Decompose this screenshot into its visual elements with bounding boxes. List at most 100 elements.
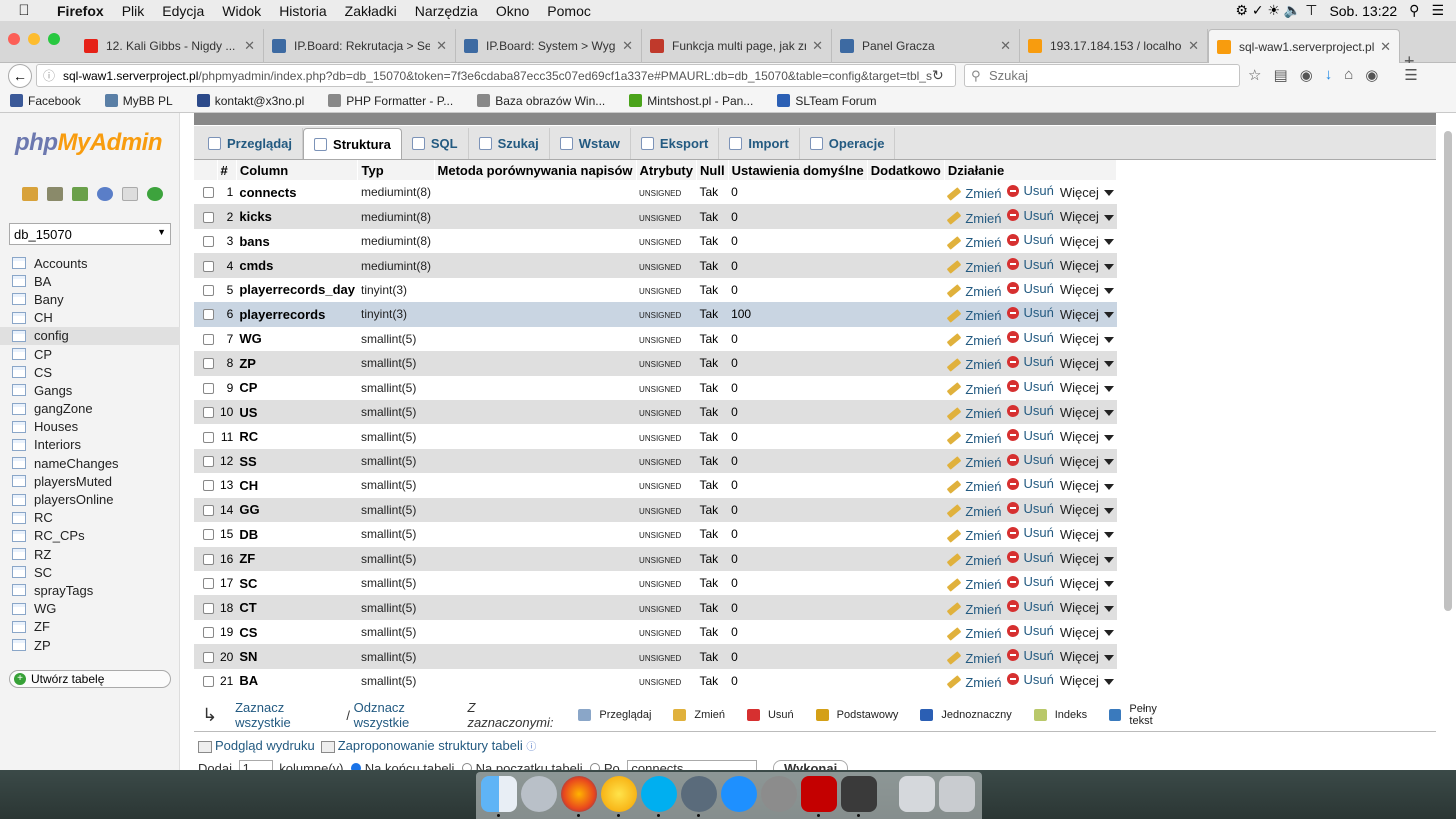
tab-browse[interactable]: Przeglądaj (198, 128, 304, 159)
tab-sql[interactable]: SQL (402, 128, 469, 159)
pocket-icon[interactable]: ◉ (1300, 66, 1313, 84)
system-preferences-icon[interactable] (761, 776, 797, 812)
firefox-icon[interactable] (561, 776, 597, 812)
launchpad-icon[interactable] (521, 776, 557, 812)
more-dropdown[interactable]: Więcej (1060, 282, 1114, 297)
edit-link[interactable]: Zmień (947, 504, 1001, 519)
sidebar-table-item[interactable]: ZF (0, 618, 180, 636)
deselect-all-link[interactable]: Odznacz wszystkie (354, 700, 464, 730)
select-all-link[interactable]: Zaznacz wszystkie (235, 700, 343, 730)
chat-icon[interactable]: ◉ (1365, 66, 1378, 84)
sidebar-table-item[interactable]: Accounts (0, 254, 180, 272)
edit-link[interactable]: Zmień (947, 577, 1001, 592)
row-checkbox[interactable] (203, 187, 214, 199)
more-dropdown[interactable]: Więcej (1060, 649, 1114, 664)
more-dropdown[interactable]: Więcej (1060, 673, 1114, 688)
row-checkbox[interactable] (203, 578, 214, 590)
home-icon[interactable] (22, 187, 38, 201)
more-dropdown[interactable]: Więcej (1060, 405, 1114, 420)
row-checkbox[interactable] (203, 675, 214, 687)
menu-icon[interactable]: ☰ (1404, 66, 1417, 84)
delete-link[interactable]: Usuń (1007, 648, 1054, 663)
sidebar-table-item[interactable]: BA (0, 272, 180, 290)
bulk-action-button[interactable]: Przeglądaj (578, 703, 651, 727)
delete-link[interactable]: Usuń (1007, 599, 1054, 614)
browser-tab[interactable]: sql-waw1.serverproject.pl ... ✕ (1208, 29, 1400, 63)
more-dropdown[interactable]: Więcej (1060, 478, 1114, 493)
table-icon[interactable] (12, 529, 26, 542)
menu-edycja[interactable]: Edycja (153, 3, 213, 19)
row-checkbox[interactable] (203, 284, 214, 296)
delete-link[interactable]: Usuń (1007, 354, 1054, 369)
more-dropdown[interactable]: Więcej (1060, 331, 1114, 346)
bookmark-item[interactable]: kontakt@x3no.pl (196, 94, 304, 108)
bookmark-item[interactable]: Facebook (10, 94, 81, 108)
browser-tab[interactable]: IP.Board: Rekrutacja > Sett... ✕ (264, 29, 456, 63)
more-dropdown[interactable]: Więcej (1060, 600, 1114, 615)
edit-link[interactable]: Zmień (947, 553, 1001, 568)
row-checkbox[interactable] (203, 333, 214, 345)
edit-link[interactable]: Zmień (947, 528, 1001, 543)
delete-link[interactable]: Usuń (1007, 232, 1054, 247)
edit-link[interactable]: Zmień (947, 455, 1001, 470)
help-icon[interactable] (97, 187, 113, 201)
close-tab-icon[interactable]: ✕ (1000, 38, 1011, 54)
row-checkbox[interactable] (203, 529, 214, 541)
radio-end[interactable] (351, 763, 362, 770)
table-icon[interactable] (12, 602, 26, 615)
edit-link[interactable]: Zmień (947, 260, 1001, 275)
table-row[interactable]: 15 DB smallint(5) UNSIGNED Tak 0 Zmień Usuń Więc… (194, 522, 1117, 547)
bookmark-item[interactable]: Baza obrazów Win... (477, 94, 605, 108)
more-dropdown[interactable]: Więcej (1060, 576, 1114, 591)
row-checkbox[interactable] (203, 480, 214, 492)
home-icon[interactable]: ⌂ (1344, 66, 1353, 84)
database-select[interactable]: db_15070 ▼ (9, 223, 171, 245)
apple-icon[interactable]:  (0, 2, 48, 19)
more-dropdown[interactable]: Więcej (1060, 380, 1114, 395)
sidebar-table-item[interactable]: SC (0, 563, 180, 581)
edit-link[interactable]: Zmień (947, 382, 1001, 397)
close-tab-icon[interactable]: ✕ (812, 38, 823, 54)
browser-app-icon[interactable] (681, 776, 717, 812)
browser-tab[interactable]: 193.17.184.153 / localhost ... ✕ (1020, 29, 1208, 63)
sidebar-table-item[interactable]: Bany (0, 290, 180, 308)
table-icon[interactable] (12, 548, 26, 561)
row-checkbox[interactable] (203, 602, 214, 614)
table-row[interactable]: 5 playerrecords_day tinyint(3) UNSIGNED Tak 0… (194, 277, 1117, 303)
sidebar-table-item[interactable]: Houses (0, 418, 180, 436)
sun-app-icon[interactable] (601, 776, 637, 812)
tab-insert[interactable]: Wstaw (550, 128, 631, 159)
table-icon[interactable] (12, 620, 26, 633)
table-icon[interactable] (12, 293, 26, 306)
exit-icon[interactable] (47, 187, 63, 201)
table-icon[interactable] (12, 402, 26, 415)
filezilla-icon[interactable] (801, 776, 837, 812)
edit-link[interactable]: Zmień (947, 308, 1001, 323)
delete-link[interactable]: Usuń (1007, 452, 1054, 467)
tab-search[interactable]: Szukaj (469, 128, 550, 159)
delete-link[interactable]: Usuń (1007, 305, 1054, 320)
edit-link[interactable]: Zmień (947, 675, 1001, 690)
table-icon[interactable] (12, 384, 26, 397)
row-checkbox[interactable] (203, 456, 214, 468)
bookmark-star-icon[interactable]: ☆ (1248, 66, 1261, 84)
minimize-window-button[interactable] (28, 33, 40, 45)
table-icon[interactable] (12, 311, 26, 324)
radio-after[interactable] (590, 763, 601, 770)
edit-link[interactable]: Zmień (947, 626, 1001, 641)
bookmark-item[interactable]: SLTeam Forum (777, 94, 876, 108)
edit-link[interactable]: Zmień (947, 186, 1001, 201)
sidebar-table-item[interactable]: gangZone (0, 400, 180, 418)
table-icon[interactable] (12, 639, 26, 652)
pma-logo[interactable]: phpMyAdmin (15, 129, 162, 157)
bulk-action-button[interactable]: Podstawowy (815, 703, 898, 727)
download-icon[interactable]: ↓ (1325, 66, 1333, 84)
more-dropdown[interactable]: Więcej (1060, 209, 1114, 224)
table-row[interactable]: 6 playerrecords tinyint(3) UNSIGNED Tak 100 Zm… (194, 302, 1117, 327)
sidebar-table-item[interactable]: Interiors (0, 436, 180, 454)
close-tab-icon[interactable]: ✕ (1188, 38, 1199, 54)
radio-begin[interactable] (462, 763, 473, 770)
table-icon[interactable] (12, 257, 26, 270)
delete-link[interactable]: Usuń (1007, 257, 1054, 272)
edit-link[interactable]: Zmień (947, 235, 1001, 250)
